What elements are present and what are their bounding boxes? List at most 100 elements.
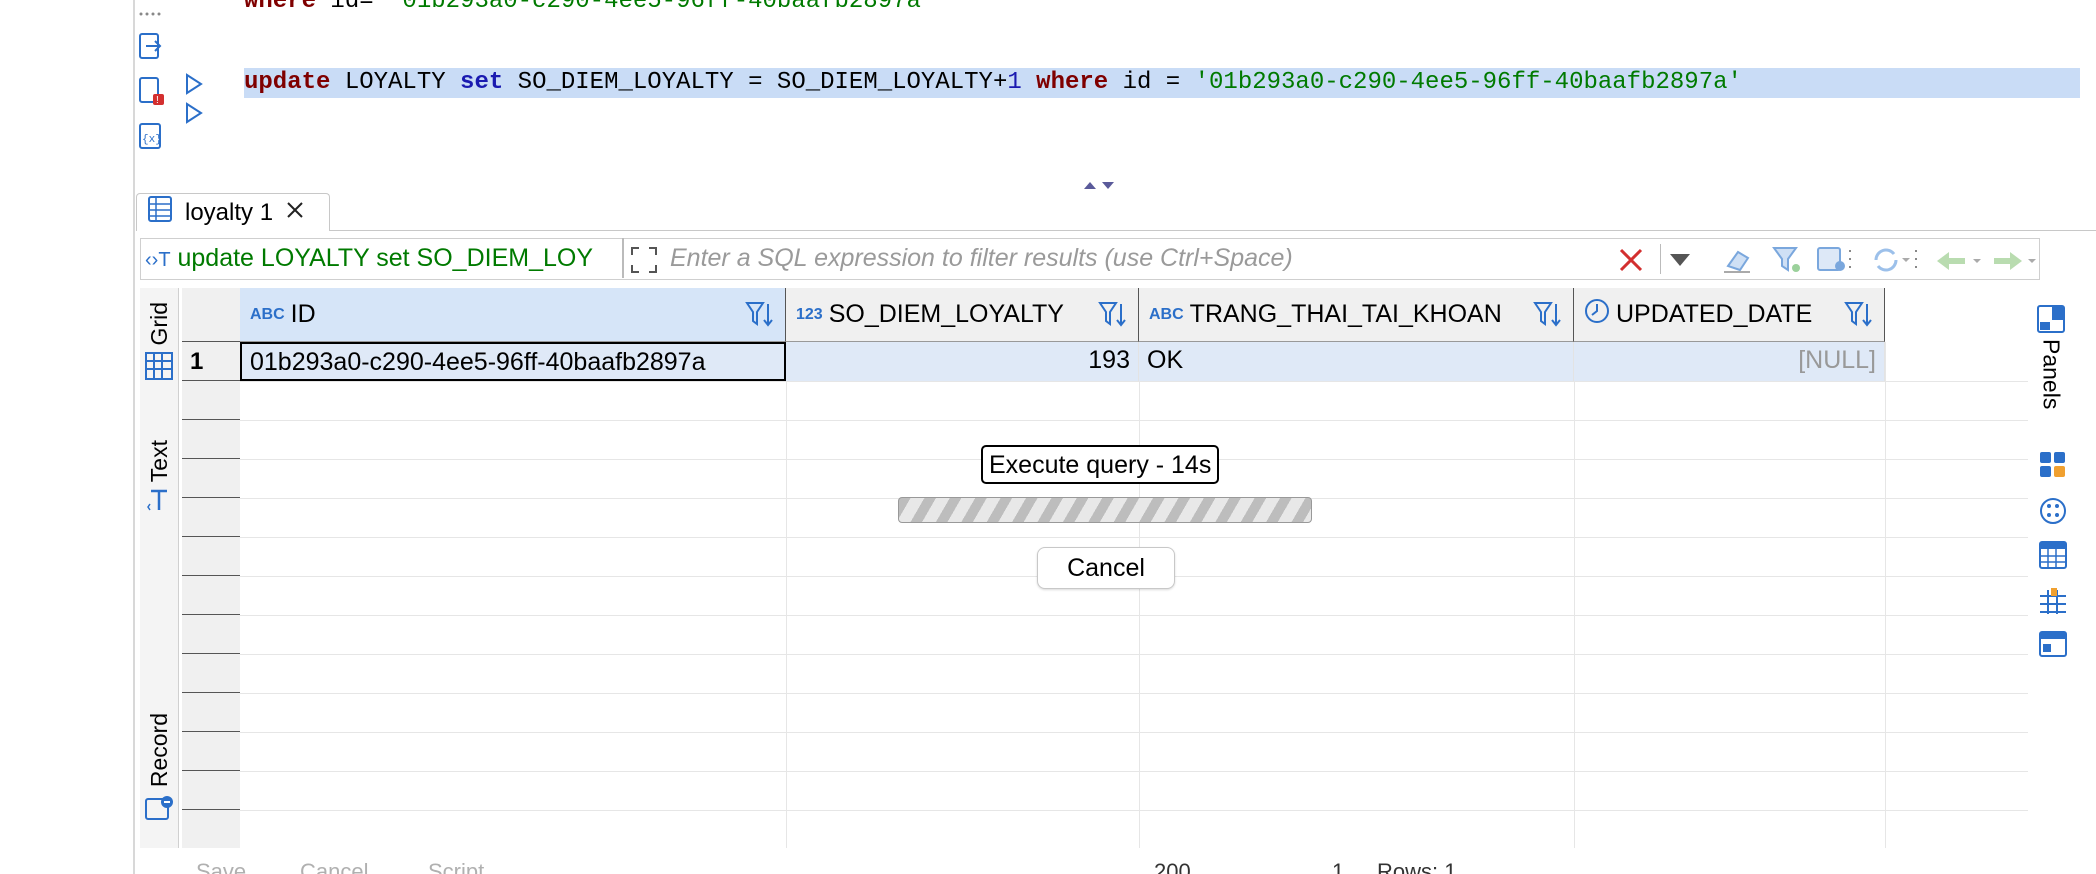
column-header-trang-thai-tai-khoan[interactable]: ABC TRANG_THAI_TAI_KHOAN [1139,288,1574,342]
cell-id[interactable]: 01b293a0-c290-4ee5-96ff-40baafb2897a [240,342,786,381]
filter-history-dropdown-icon[interactable] [1668,250,1692,275]
datetime-type-icon [1584,298,1610,331]
row-number[interactable]: 1 [182,342,240,381]
row-divider [240,732,2028,733]
row-number-empty [182,693,240,732]
script-button[interactable]: Script [428,859,484,874]
column-filter-icon[interactable] [1533,300,1563,337]
row-number-empty [182,810,240,848]
text-mode-icon [147,488,171,519]
sql-text: LOYALTY [330,69,461,96]
view-mode-tabs: Grid Text Record [140,288,179,848]
fetch-size-input[interactable]: 200 [1154,859,1191,874]
column-divider [786,381,787,848]
tab-label: loyalty 1 [185,198,274,226]
tab-loyalty-1[interactable]: loyalty 1 [136,193,330,231]
expand-filter-icon[interactable] [630,246,658,279]
cell-updated-date[interactable]: [NULL] [1574,342,1885,381]
row-divider [240,654,2028,655]
close-icon[interactable] [285,199,305,227]
number-type-icon: 123 [796,305,823,323]
column-header-id[interactable]: ABC ID [240,288,786,342]
row-number-empty [182,537,240,576]
column-filter-icon[interactable] [1098,300,1128,337]
tabbar-divider [330,230,2096,231]
row-number-empty [182,498,240,537]
refresh-icon[interactable] [1870,246,1920,279]
editor-left-border [133,0,135,874]
execute-script-icon[interactable] [138,32,164,62]
layout-panel-icon[interactable] [2038,630,2068,665]
sql-line-partial[interactable]: where id= '01b293a0-c290-4ee5-96ff-40baa… [244,0,935,17]
grid-corner[interactable] [182,288,240,342]
row-divider [240,420,2028,421]
run-statement-icon-2[interactable] [184,102,204,129]
row-number-empty [182,771,240,810]
rows-count: Rows: 1 [1377,859,1457,874]
filter-input[interactable]: Enter a SQL expression to filter results… [670,244,1293,273]
row-divider [240,537,2028,538]
row-divider [240,615,2028,616]
column-name: ID [290,300,316,328]
panels-label: Panels [2038,339,2065,410]
filter-settings-icon[interactable] [1772,246,1802,279]
column-filter-icon[interactable] [1844,300,1874,337]
column-header-so-diem-loyalty[interactable]: 123 SO_DIEM_LOYALTY [786,288,1139,342]
calc-icon[interactable] [2038,450,2068,485]
sql-keyword: where [244,0,317,15]
active-query-label[interactable]: ‹›T update LOYALTY set SO_DIEM_LOY [145,244,593,273]
error-log-icon[interactable]: ! [138,76,164,106]
cell-so-diem-loyalty[interactable]: 193 [786,342,1139,381]
panels-icon [2036,304,2066,339]
variables-icon[interactable]: {x} [138,122,164,152]
save-button[interactable]: Save [196,859,246,874]
row-number-empty [182,732,240,771]
refresh-count: 1 [1332,859,1345,874]
column-name: TRANG_THAI_TAI_KHOAN [1189,300,1502,328]
palette-icon[interactable] [2038,496,2068,531]
tab-record-label: Record [145,713,172,788]
filter-separator [622,238,624,278]
column-header-updated-date[interactable]: UPDATED_DATE [1574,288,1885,342]
row-divider [240,693,2028,694]
cancel-button[interactable]: Cancel [300,859,368,874]
row-number-column: 1 [182,288,240,848]
svg-text:!: ! [156,95,159,106]
record-icon [144,793,174,828]
string-type-icon: ABC [250,305,285,323]
progress-bar [898,497,1312,523]
sql-text: id = [1108,69,1195,96]
cancel-query-button[interactable]: Cancel [1037,547,1175,589]
splitter-toggle-icon[interactable] [1082,178,1118,196]
run-statement-icon[interactable] [184,73,204,100]
column-name: SO_DIEM_LOYALTY [828,300,1064,328]
sql-text: SO_DIEM_LOYALTY = SO_DIEM_LOYALTY+ [503,69,1008,96]
column-filter-icon[interactable] [745,300,775,337]
row-number-empty [182,615,240,654]
tab-text[interactable]: Text [140,440,178,519]
row-divider [240,381,2028,382]
grid-icon [144,351,174,386]
bottom-toolbar: Save Cancel Script 200 1 Rows: 1 [182,855,2028,874]
svg-text:{x}: {x} [142,134,162,146]
back-arrow-icon[interactable] [1935,250,1985,277]
clear-filter-icon[interactable] [1618,247,1644,278]
query-icon: ‹›T [145,249,171,271]
sql-string: '01b293a0-c290-4ee5-96ff-40baafb2897a' [388,0,936,15]
cell-trang-thai[interactable]: OK [1139,342,1574,381]
tab-grid[interactable]: Grid [140,302,178,386]
eraser-icon[interactable] [1722,246,1752,279]
table-panel-icon[interactable] [2038,586,2068,621]
panel-config-icon[interactable] [1816,246,1856,279]
forward-arrow-icon[interactable] [1990,250,2040,277]
string-type-icon: ABC [1149,305,1184,323]
grid-view-icon[interactable] [2038,540,2068,575]
panels-toggle[interactable]: Panels [2036,304,2066,409]
sql-string: '01b293a0-c290-4ee5-96ff-40baafb2897a' [1194,69,1742,96]
sql-update-line[interactable]: update LOYALTY set SO_DIEM_LOYALTY = SO_… [244,68,1742,98]
tab-record[interactable]: Record [140,713,178,828]
sql-number: 1 [1007,69,1022,96]
gutter-dots-icon[interactable] [137,0,163,18]
row-number-empty [182,459,240,498]
